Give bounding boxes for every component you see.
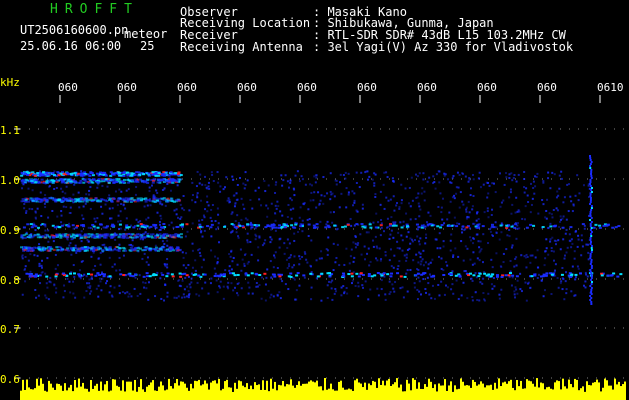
level-histogram xyxy=(20,378,626,400)
count-label: 25 xyxy=(140,39,155,53)
spectrogram-noise xyxy=(20,155,623,305)
filename-label: UT2506160600.pn xyxy=(20,23,129,37)
spectrogram-plot xyxy=(14,95,626,400)
antenna-label: Receiving Antenna xyxy=(180,40,303,54)
freq-tick: 0.6 xyxy=(0,373,20,386)
antenna-value: : 3el Yagi(V) Az 330 for Vladivostok xyxy=(313,40,574,54)
freq-tick: 0.8 xyxy=(0,274,20,287)
datetime-label: 25.06.16 06:00 xyxy=(20,39,122,53)
freq-tick: 1.1 xyxy=(0,124,20,137)
freq-tick: 0.7 xyxy=(0,323,20,336)
freq-tick: 1.0 xyxy=(0,174,20,187)
hrofft-logo: HROFFT xyxy=(50,2,139,17)
freq-tick: 0.9 xyxy=(0,224,20,237)
